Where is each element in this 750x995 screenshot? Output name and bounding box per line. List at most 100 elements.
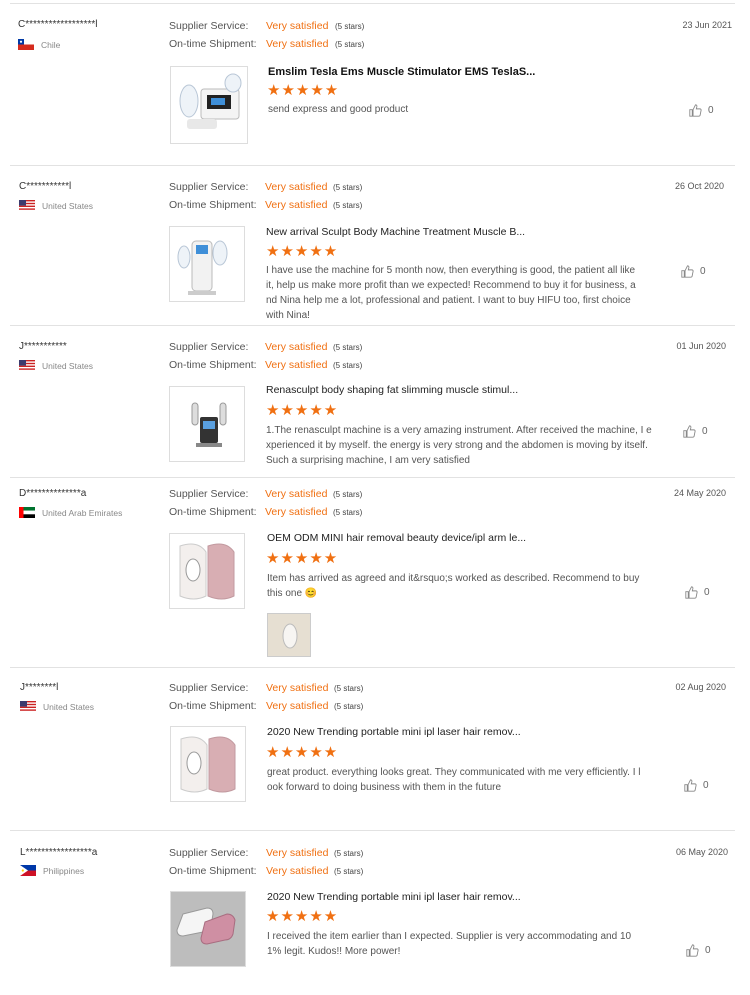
like-count: 0 xyxy=(705,945,711,956)
supplier-service-value: Very satisfied xyxy=(266,20,329,32)
ipl-device-image xyxy=(180,736,236,793)
review-card: D**************a United Arab Emirates Su… xyxy=(10,477,735,668)
review-photo-image xyxy=(268,614,310,656)
on-time-shipment-stars: (5 stars) xyxy=(334,702,364,711)
product-thumbnail[interactable] xyxy=(170,891,246,967)
product-title[interactable]: 2020 New Trending portable mini ipl lase… xyxy=(267,891,521,903)
on-time-shipment-value: Very satisfied xyxy=(265,359,328,371)
product-thumbnail[interactable] xyxy=(169,533,245,609)
like-button[interactable]: 0 xyxy=(686,944,711,957)
ipl-device-image xyxy=(179,543,235,600)
usa-flag-icon xyxy=(19,360,35,371)
on-time-shipment-label: On-time Shipment: xyxy=(169,38,257,50)
review-date: 24 May 2020 xyxy=(673,488,726,498)
thumbs-up-icon xyxy=(684,779,697,792)
like-count: 0 xyxy=(700,266,706,277)
supplier-service-value: Very satisfied xyxy=(266,847,329,859)
supplier-service-value: Very satisfied xyxy=(265,181,328,193)
on-time-shipment-value: Very satisfied xyxy=(266,700,329,712)
reviewer-country: Philippines xyxy=(20,865,84,876)
product-title[interactable]: 2020 New Trending portable mini ipl lase… xyxy=(267,726,521,738)
sculpt-machine-image xyxy=(177,240,228,295)
philippines-flag-icon xyxy=(20,865,36,876)
review-date: 01 Jun 2020 xyxy=(676,341,726,351)
like-count: 0 xyxy=(708,105,714,116)
supplier-service-label: Supplier Service: xyxy=(169,847,249,859)
renasculpt-machine-image xyxy=(191,402,227,447)
like-button[interactable]: 0 xyxy=(689,104,714,117)
review-date: 02 Aug 2020 xyxy=(675,682,726,692)
reviewer-name: J********l xyxy=(20,682,59,693)
like-button[interactable]: 0 xyxy=(685,586,710,599)
like-count: 0 xyxy=(704,587,710,598)
chile-flag-icon xyxy=(18,39,34,50)
supplier-service-value: Very satisfied xyxy=(265,341,328,353)
rating-stars: ★★★★★ xyxy=(267,82,340,99)
review-photo[interactable] xyxy=(267,613,311,657)
reviewer-country: United States xyxy=(19,200,93,211)
like-button[interactable]: 0 xyxy=(683,425,708,438)
product-thumbnail[interactable] xyxy=(169,226,245,302)
on-time-shipment-value: Very satisfied xyxy=(266,38,329,50)
on-time-shipment-value: Very satisfied xyxy=(266,865,329,877)
on-time-shipment-label: On-time Shipment: xyxy=(169,199,257,211)
review-text: send express and good product xyxy=(268,104,409,115)
rating-stars: ★★★★★ xyxy=(266,550,339,567)
like-count: 0 xyxy=(702,426,708,437)
supplier-service-stars: (5 stars) xyxy=(334,684,364,693)
thumbs-up-icon xyxy=(681,265,694,278)
review-text: I received the item earlier than I expec… xyxy=(267,931,632,957)
supplier-service-label: Supplier Service: xyxy=(169,181,249,193)
reviewer-name: C***********l xyxy=(19,181,72,192)
supplier-service-value: Very satisfied xyxy=(265,488,328,500)
supplier-service-label: Supplier Service: xyxy=(169,341,249,353)
product-title[interactable]: Renasculpt body shaping fat slimming mus… xyxy=(266,384,518,396)
supplier-service-stars: (5 stars) xyxy=(334,849,364,858)
on-time-shipment-stars: (5 stars) xyxy=(333,508,363,517)
rating-stars: ★★★★★ xyxy=(266,243,339,260)
on-time-shipment-label: On-time Shipment: xyxy=(169,506,257,518)
review-card: L*****************a Philippines Supplier… xyxy=(10,830,735,995)
product-title[interactable]: OEM ODM MINI hair removal beauty device/… xyxy=(267,532,526,544)
review-text: Item has arrived as agreed and it&rsquo;… xyxy=(267,573,640,599)
country-label: United States xyxy=(42,360,94,371)
review-text: I have use the machine for 5 month now, … xyxy=(266,265,636,321)
on-time-shipment-value: Very satisfied xyxy=(265,506,328,518)
thumbs-up-icon xyxy=(689,104,702,117)
uae-flag-icon xyxy=(19,507,35,518)
on-time-shipment-label: On-time Shipment: xyxy=(169,700,257,712)
country-label: Chile xyxy=(41,39,61,50)
review-card: J*********** United States Supplier Serv… xyxy=(10,325,735,478)
ems-machine-image xyxy=(179,73,242,129)
review-date: 06 May 2020 xyxy=(675,847,728,857)
on-time-shipment-label: On-time Shipment: xyxy=(169,359,257,371)
supplier-service-stars: (5 stars) xyxy=(333,343,363,352)
supplier-service-stars: (5 stars) xyxy=(333,183,363,192)
thumbs-up-icon xyxy=(686,944,699,957)
country-label: United States xyxy=(43,701,95,712)
product-thumbnail[interactable] xyxy=(170,726,246,802)
like-count: 0 xyxy=(703,780,709,791)
reviewer-country: United Arab Emirates xyxy=(19,507,122,518)
supplier-service-stars: (5 stars) xyxy=(335,22,365,31)
on-time-shipment-stars: (5 stars) xyxy=(333,201,363,210)
usa-flag-icon xyxy=(20,701,36,712)
on-time-shipment-label: On-time Shipment: xyxy=(169,865,257,877)
product-thumbnail[interactable] xyxy=(169,386,245,462)
review-text: 1.The renasculpt machine is a very amazi… xyxy=(266,425,652,466)
country-label: United States xyxy=(42,200,94,211)
product-title[interactable]: New arrival Sculpt Body Machine Treatmen… xyxy=(266,226,525,238)
usa-flag-icon xyxy=(19,200,35,211)
product-title[interactable]: Emslim Tesla Ems Muscle Stimulator EMS T… xyxy=(268,66,535,78)
supplier-service-label: Supplier Service: xyxy=(169,20,249,32)
product-thumbnail[interactable] xyxy=(170,66,248,144)
on-time-shipment-stars: (5 stars) xyxy=(334,867,364,876)
reviewer-country: United States xyxy=(19,360,93,371)
on-time-shipment-value: Very satisfied xyxy=(265,199,328,211)
like-button[interactable]: 0 xyxy=(681,265,706,278)
review-date: 23 Jun 2021 xyxy=(682,20,732,30)
like-button[interactable]: 0 xyxy=(684,779,709,792)
reviewer-country: Chile xyxy=(18,39,60,50)
review-card: C***********l United States Supplier Ser… xyxy=(10,165,735,326)
reviewer-country: United States xyxy=(20,701,94,712)
